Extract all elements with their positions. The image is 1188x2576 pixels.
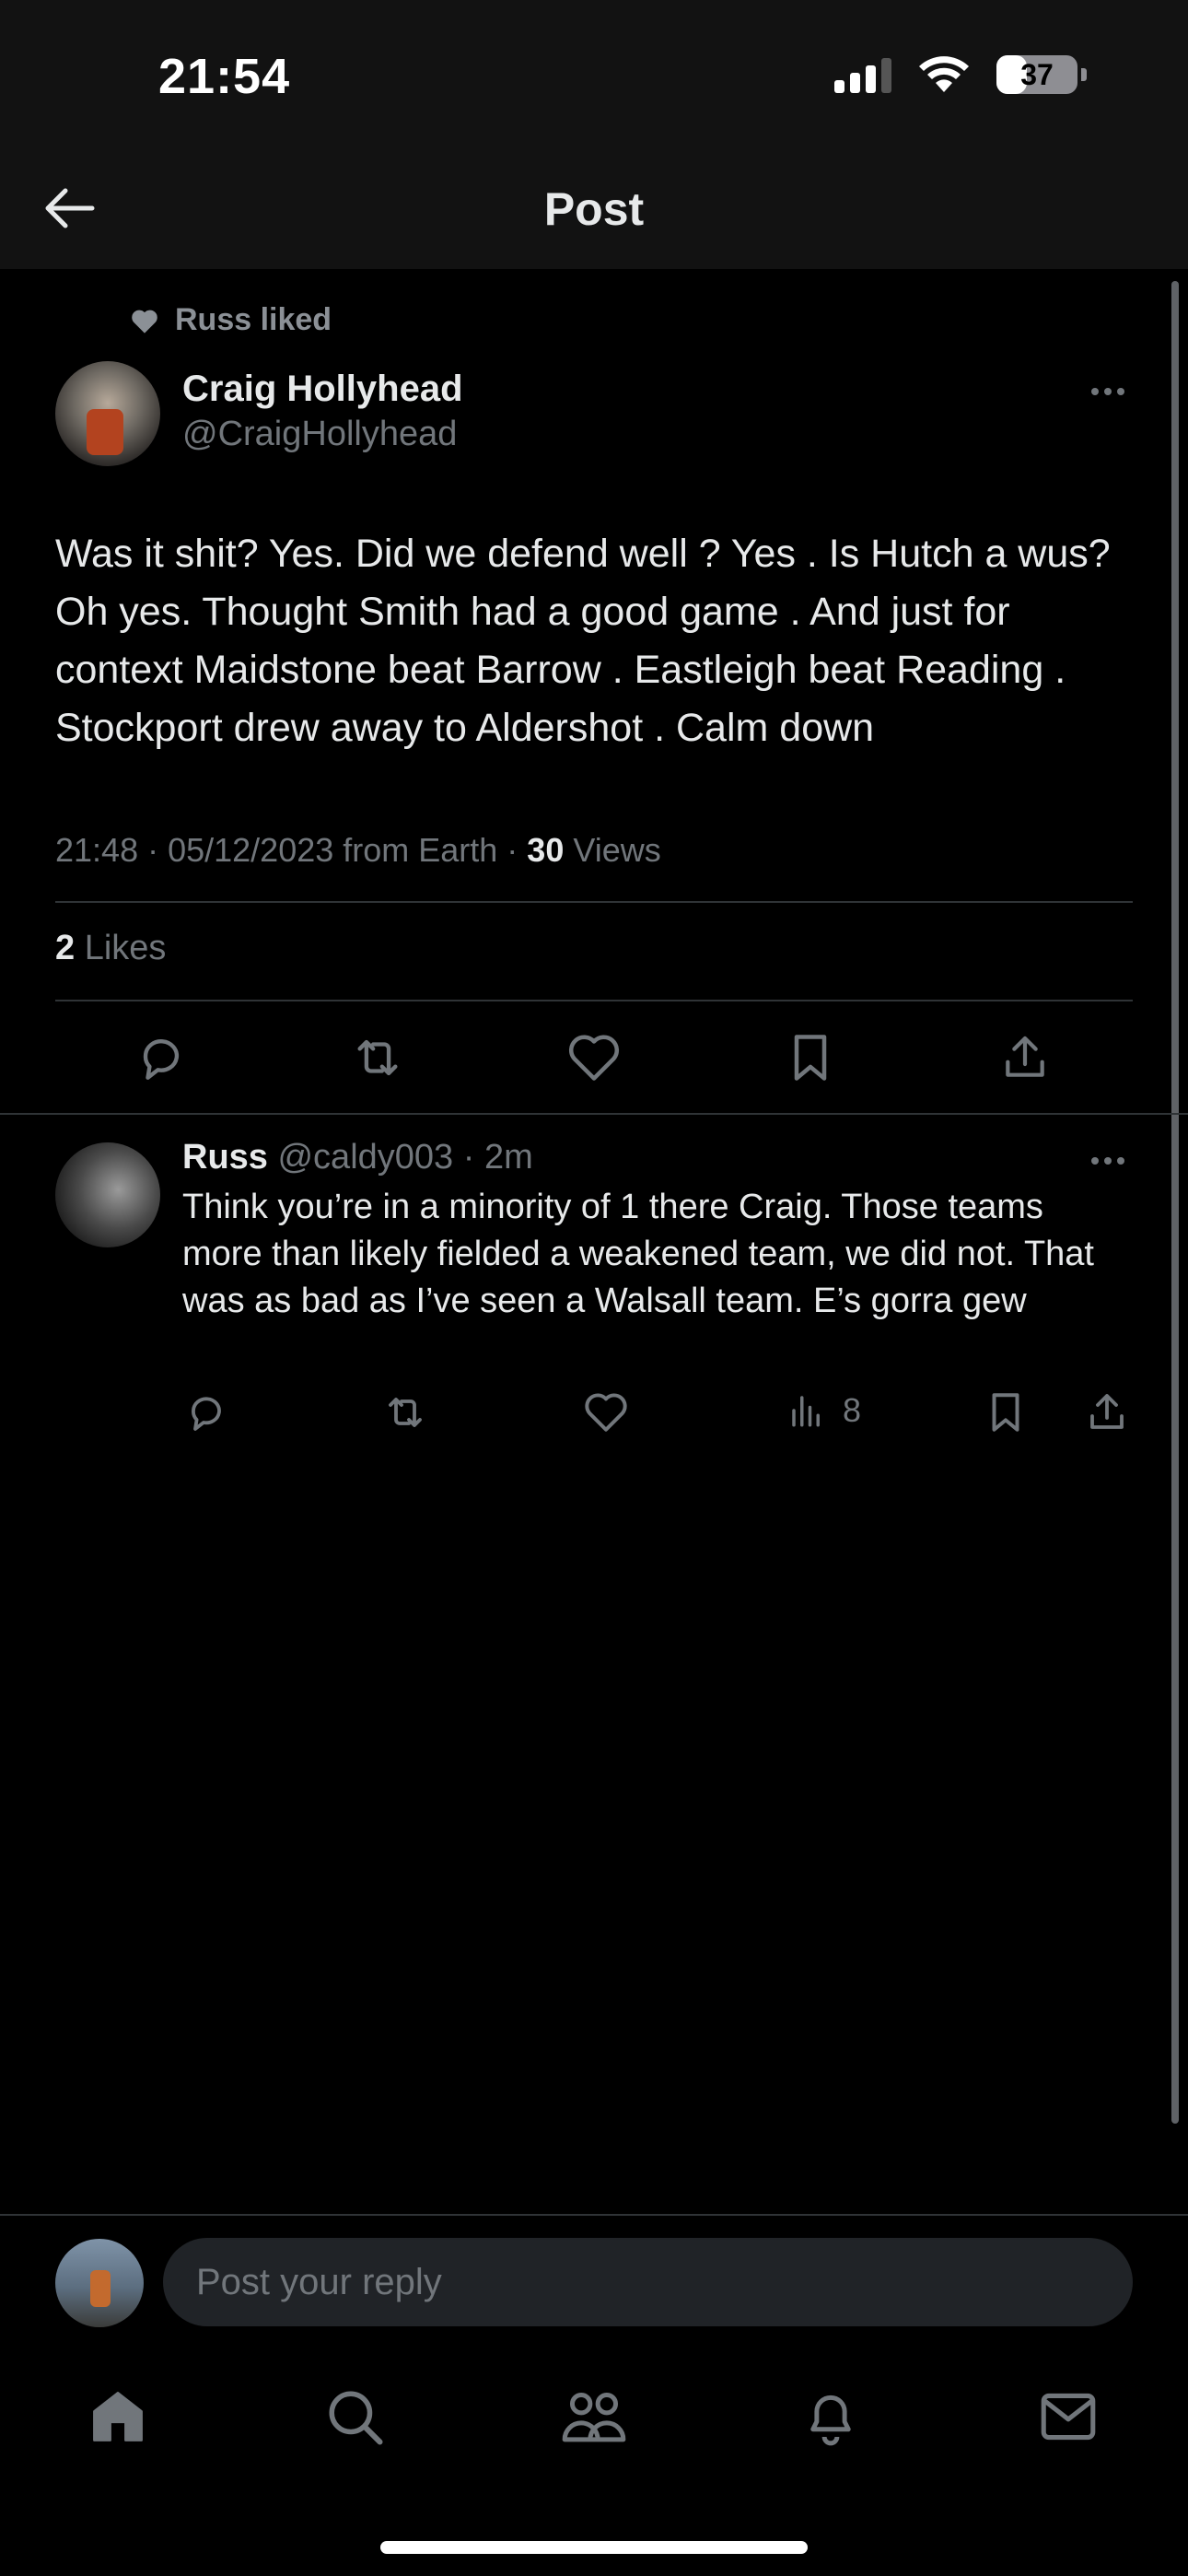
status-icons: 37 <box>834 55 1087 94</box>
reply-views-button[interactable]: 8 <box>787 1391 861 1430</box>
home-indicator[interactable] <box>380 2541 808 2554</box>
messages-icon <box>1041 2393 1096 2441</box>
likes-label: Likes <box>75 929 167 967</box>
bookmark-icon <box>992 1393 1019 1432</box>
bookmark-button[interactable] <box>778 1027 843 1088</box>
bookmark-icon <box>794 1035 827 1081</box>
post-timestamp: 21:48 · 05/12/2023 from Earth · <box>55 831 528 869</box>
scrollbar[interactable] <box>1171 281 1179 2124</box>
nav-home[interactable] <box>81 2380 155 2453</box>
views-label: Views <box>564 831 661 869</box>
more-icon-dot <box>1104 388 1112 395</box>
more-icon-dot <box>1117 388 1124 395</box>
battery-level: 37 <box>1020 57 1054 91</box>
reply-input[interactable] <box>163 2238 1133 2326</box>
reply-time: · 2m <box>453 1138 533 1177</box>
share-icon <box>1090 1394 1124 1429</box>
repost-icon <box>389 1398 422 1427</box>
nav-messages[interactable] <box>1031 2380 1105 2453</box>
reply-reply-button[interactable] <box>179 1387 234 1438</box>
status-time: 21:54 <box>158 49 291 104</box>
divider <box>55 901 1133 903</box>
post-text: Was it shit? Yes. Did we defend well ? Y… <box>55 532 1111 750</box>
nav-communities[interactable] <box>557 2380 631 2453</box>
likes-link[interactable]: 2 Likes <box>55 929 166 968</box>
more-icon-dot <box>1091 1157 1099 1165</box>
author-avatar[interactable] <box>55 361 160 466</box>
reply-like-button[interactable] <box>578 1387 634 1438</box>
like-icon <box>585 1393 627 1432</box>
divider <box>0 1113 1188 1115</box>
reply-repost-button[interactable] <box>378 1387 433 1438</box>
author-handle[interactable]: @CraigHollyhead <box>182 415 457 454</box>
author-name[interactable]: Craig Hollyhead <box>182 369 463 410</box>
reply-button[interactable] <box>129 1027 193 1088</box>
likes-count: 2 <box>55 929 76 967</box>
reply-author-name[interactable]: Russ <box>182 1138 268 1177</box>
nav-search[interactable] <box>318 2380 391 2453</box>
divider <box>0 2214 1188 2216</box>
post-meta: 21:48 · 05/12/2023 from Earth · 30 Views <box>55 831 661 870</box>
search-icon <box>329 2391 383 2445</box>
reply-more-options-button[interactable] <box>1080 1147 1136 1175</box>
notifications-icon <box>810 2395 851 2446</box>
cellular-signal-icon <box>834 56 891 93</box>
battery-icon: 37 <box>996 55 1077 94</box>
repost-button[interactable] <box>345 1027 410 1088</box>
more-options-button[interactable] <box>1080 378 1136 405</box>
more-icon-dot <box>1117 1157 1124 1165</box>
divider <box>55 1000 1133 1001</box>
repost-icon <box>357 1039 398 1076</box>
share-button[interactable] <box>993 1027 1057 1088</box>
reply-share-button[interactable] <box>1079 1387 1135 1438</box>
communities-icon <box>562 2392 626 2442</box>
like-icon <box>569 1035 619 1081</box>
heart-filled-icon <box>132 310 157 334</box>
page-title: Post <box>543 183 645 235</box>
more-icon-dot <box>1104 1157 1112 1165</box>
nav-notifications[interactable] <box>794 2380 868 2453</box>
reply-header: Russ @caldy003 · 2m <box>182 1138 533 1177</box>
more-icon-dot <box>1091 388 1099 395</box>
reply-bookmark-button[interactable] <box>978 1387 1033 1438</box>
wifi-icon <box>919 56 969 92</box>
reply-icon <box>192 1397 221 1431</box>
views-icon <box>792 1396 820 1427</box>
share-icon <box>1006 1036 1044 1077</box>
reply-author-avatar[interactable] <box>55 1142 160 1247</box>
social-context: Russ liked <box>129 302 332 338</box>
like-button[interactable] <box>562 1027 626 1088</box>
reply-author-handle[interactable]: @caldy003 <box>268 1138 453 1177</box>
social-context-label: Russ liked <box>175 302 332 337</box>
battery-tip <box>1081 68 1087 81</box>
reply-icon <box>143 1039 180 1080</box>
views-count: 30 <box>527 831 565 869</box>
reply-views-count: 8 <box>843 1391 862 1429</box>
reply-text: Think you’re in a minority of 1 there Cr… <box>182 1188 1094 1320</box>
current-user-avatar[interactable] <box>55 2239 144 2327</box>
home-icon <box>93 2392 143 2441</box>
